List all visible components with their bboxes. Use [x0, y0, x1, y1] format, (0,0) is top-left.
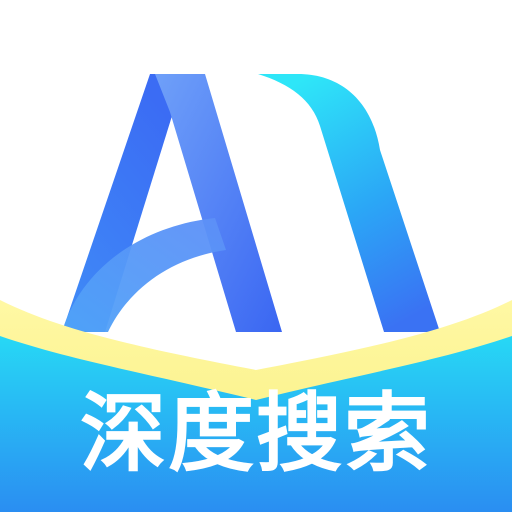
- letter-i-stroke: [258, 74, 440, 332]
- app-icon[interactable]: 深度搜索: [0, 0, 512, 512]
- letter-a-right-stroke: [155, 74, 282, 332]
- app-name: 深度搜索: [80, 384, 432, 484]
